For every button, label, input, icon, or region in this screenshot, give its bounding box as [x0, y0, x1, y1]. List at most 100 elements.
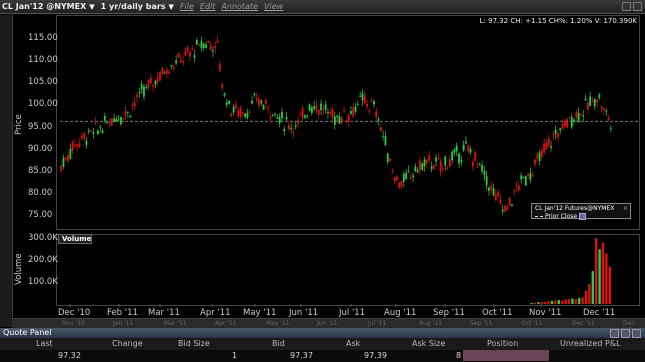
- minimize-icon[interactable]: [610, 329, 619, 338]
- price-candle: [471, 161, 474, 167]
- price-candle: [191, 48, 194, 50]
- price-candle: [149, 77, 152, 84]
- price-status-readout: L: 97.32 CH: +1.15 CH%: 1.20% V: 170.390…: [479, 17, 637, 25]
- price-candle: [347, 114, 350, 122]
- price-candle: [186, 47, 189, 52]
- price-candle: [136, 94, 138, 98]
- price-candle: [515, 185, 518, 187]
- value-bid-size[interactable]: 1: [232, 351, 237, 360]
- price-candle: [317, 110, 320, 115]
- price-candle: [62, 158, 65, 167]
- price-candle: [609, 127, 612, 129]
- price-candle: [446, 168, 449, 170]
- price-candle: [577, 112, 580, 122]
- price-candle: [285, 117, 288, 120]
- price-candle: [74, 144, 76, 146]
- price-candle: [389, 158, 391, 161]
- price-candle: [566, 119, 569, 128]
- price-candle: [292, 132, 295, 134]
- maximize-icon[interactable]: [621, 329, 630, 338]
- price-candle: [513, 190, 516, 192]
- date-tick-label: Aug '11: [384, 308, 417, 318]
- price-candle: [458, 153, 460, 164]
- price-candle: [547, 138, 550, 147]
- price-candle: [600, 106, 603, 109]
- checkbox-icon[interactable]: [579, 213, 587, 220]
- price-candle: [251, 100, 253, 104]
- price-candle: [423, 159, 426, 167]
- volume-tick-label: 200.0K: [28, 255, 58, 266]
- price-candle: [290, 127, 293, 129]
- price-candle: [140, 84, 143, 90]
- price-tick-label: 90.00: [28, 143, 53, 154]
- price-candle: [340, 117, 343, 123]
- price-candle: [368, 110, 371, 112]
- price-candle: [352, 107, 355, 118]
- price-candle: [230, 114, 233, 117]
- price-candle: [375, 111, 378, 118]
- price-candle: [143, 86, 145, 97]
- date-tick-label: May '11: [243, 308, 277, 318]
- price-candle: [202, 43, 205, 49]
- price-candle: [294, 125, 297, 127]
- volume-axis-title: Volume: [14, 253, 24, 285]
- price-candle: [373, 101, 375, 105]
- price-candle: [124, 111, 127, 116]
- close-icon[interactable]: ×: [623, 205, 628, 212]
- date-tick-label: Jul '11: [339, 308, 366, 318]
- price-candle: [481, 165, 483, 172]
- price-candle: [306, 115, 309, 117]
- price-candle: [356, 103, 359, 105]
- quote-panel-window-controls: [610, 329, 641, 338]
- chart-legend[interactable]: CL Jan'12 Futures@NYMEX × Prior Close: [531, 203, 631, 220]
- price-candle: [488, 187, 490, 191]
- price-candle: [603, 108, 605, 111]
- price-candle: [400, 180, 403, 187]
- price-candle: [152, 84, 155, 87]
- price-candle: [453, 149, 456, 153]
- price-candle: [474, 152, 477, 161]
- header-unrealized-pnl: Unrealized P&L: [560, 339, 621, 348]
- price-candle: [244, 113, 247, 117]
- price-candle: [476, 166, 479, 168]
- price-candle: [552, 133, 555, 136]
- volume-chart-panel[interactable]: [56, 234, 640, 306]
- price-candle: [494, 194, 497, 201]
- close-icon[interactable]: [632, 329, 641, 338]
- price-candle: [117, 119, 120, 121]
- price-candle: [605, 110, 608, 112]
- price-candle: [253, 93, 256, 96]
- price-candle: [366, 103, 368, 107]
- price-candle: [437, 157, 440, 159]
- price-candle: [166, 69, 168, 74]
- value-ask-size[interactable]: 8: [456, 351, 461, 360]
- price-candle: [108, 122, 111, 124]
- price-candle: [573, 119, 575, 122]
- price-candle: [80, 135, 83, 139]
- value-bid[interactable]: 97.37: [290, 351, 313, 360]
- price-candle: [264, 99, 267, 104]
- price-candle: [301, 108, 304, 118]
- price-candle: [193, 55, 196, 58]
- price-candle: [563, 120, 566, 126]
- price-candle: [115, 119, 118, 122]
- price-candle: [432, 164, 435, 170]
- price-candle: [529, 173, 532, 180]
- price-candle: [126, 111, 129, 113]
- price-candle: [559, 128, 562, 131]
- price-candle: [133, 102, 136, 107]
- price-candle: [557, 133, 559, 138]
- price-candle: [499, 199, 502, 204]
- value-ask[interactable]: 97.39: [364, 351, 387, 360]
- price-candle: [267, 107, 270, 109]
- date-tick-label: Apr '11: [200, 308, 231, 318]
- price-candle: [508, 197, 511, 206]
- price-candle: [460, 159, 463, 162]
- scrollbar-date-label: Oct '11: [521, 320, 543, 327]
- price-tick-label: 105.00: [28, 77, 58, 88]
- price-candle: [393, 177, 396, 181]
- price-candle: [170, 65, 173, 67]
- price-candle: [442, 167, 444, 169]
- price-candle: [511, 204, 513, 206]
- price-candle: [591, 101, 594, 103]
